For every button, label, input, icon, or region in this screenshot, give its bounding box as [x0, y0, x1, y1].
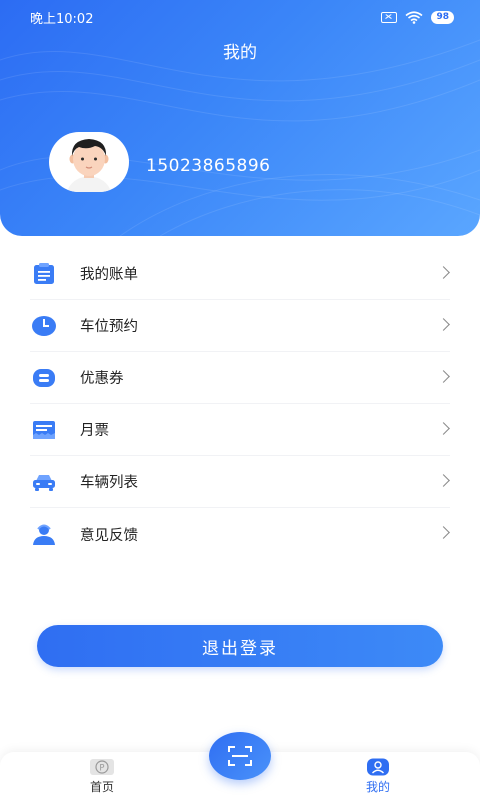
menu-item-vehicle-list[interactable]: 车辆列表	[30, 456, 450, 508]
scan-icon	[228, 746, 252, 766]
page-title: 我的	[223, 43, 257, 63]
chevron-right-icon	[437, 370, 450, 383]
avatar[interactable]	[49, 132, 129, 192]
chevron-right-icon	[437, 526, 450, 539]
menu-item-bill[interactable]: 我的账单	[30, 248, 450, 300]
header-wave-decoration	[0, 39, 480, 236]
svg-text:P: P	[99, 763, 104, 773]
menu-label: 我的账单	[80, 267, 138, 283]
ticket-icon	[30, 416, 58, 444]
menu-label: 车辆列表	[80, 475, 138, 491]
scan-button[interactable]	[209, 732, 271, 780]
clock-icon	[30, 312, 58, 340]
car-icon	[30, 468, 58, 496]
wifi-icon	[405, 10, 423, 24]
chevron-right-icon	[437, 474, 450, 487]
chevron-right-icon	[437, 318, 450, 331]
menu-item-feedback[interactable]: 意见反馈	[30, 508, 450, 560]
user-icon	[367, 758, 389, 776]
parking-icon: P	[90, 759, 114, 775]
coupon-icon	[30, 364, 58, 392]
no-sim-icon	[381, 11, 398, 23]
menu-item-monthly-pass[interactable]: 月票	[30, 404, 450, 456]
user-avatar-icon	[67, 139, 111, 192]
nav-mine-label: 我的	[365, 780, 390, 794]
chevron-right-icon	[437, 422, 450, 435]
profile-menu: 我的账单 车位预约 优惠券 月票 车辆列表 意见反馈	[30, 248, 450, 560]
nav-home[interactable]: P 首页	[72, 758, 132, 795]
nav-home-label: 首页	[89, 780, 114, 794]
menu-label: 优惠券	[80, 371, 124, 387]
menu-label: 月票	[80, 423, 109, 439]
menu-item-coupon[interactable]: 优惠券	[30, 352, 450, 404]
feedback-icon	[30, 520, 58, 548]
menu-item-reservation[interactable]: 车位预约	[30, 300, 450, 352]
bill-icon	[30, 260, 58, 288]
chevron-right-icon	[437, 266, 450, 279]
user-phone-number: 15023865896	[146, 156, 271, 176]
menu-label: 车位预约	[80, 319, 138, 335]
nav-mine[interactable]: 我的	[348, 758, 408, 795]
menu-label: 意见反馈	[80, 527, 138, 544]
status-time: 晚上10:02	[30, 11, 94, 27]
status-bar: 晚上10:02 98	[0, 0, 480, 34]
profile-header: 晚上10:02 98 我的 15023865896	[0, 0, 480, 236]
battery-level: 98	[431, 10, 454, 24]
logout-button[interactable]: 退出登录	[37, 625, 443, 667]
